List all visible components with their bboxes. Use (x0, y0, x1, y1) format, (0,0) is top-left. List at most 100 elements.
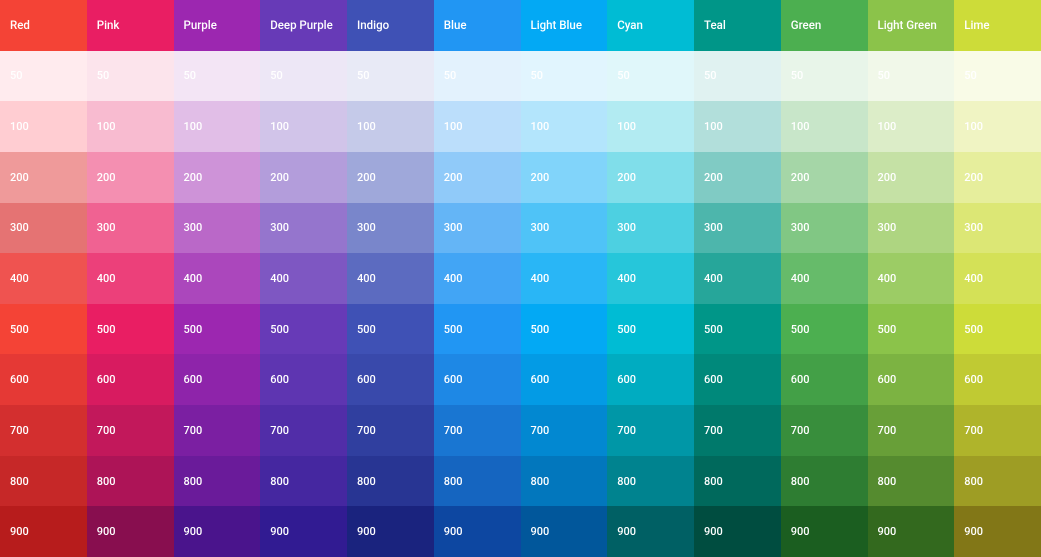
swatch-pink-100[interactable]: 100 (87, 101, 174, 152)
swatch-pink-900[interactable]: 900 (87, 506, 174, 557)
swatch-cyan-600[interactable]: 600 (607, 354, 694, 405)
swatch-lime-200[interactable]: 200 (954, 152, 1041, 203)
swatch-light-green-900[interactable]: 900 (868, 506, 955, 557)
swatch-purple-900[interactable]: 900 (174, 506, 261, 557)
swatch-cyan-400[interactable]: 400 (607, 253, 694, 304)
swatch-purple-400[interactable]: 400 (174, 253, 261, 304)
swatch-light-green-700[interactable]: 700 (868, 405, 955, 456)
swatch-deep-purple-100[interactable]: 100 (260, 101, 347, 152)
swatch-lime-500[interactable]: 500 (954, 304, 1041, 355)
swatch-cyan-200[interactable]: 200 (607, 152, 694, 203)
swatch-cyan-800[interactable]: 800 (607, 456, 694, 507)
swatch-green-400[interactable]: 400 (781, 253, 868, 304)
swatch-deep-purple-200[interactable]: 200 (260, 152, 347, 203)
swatch-light-green-100[interactable]: 100 (868, 101, 955, 152)
color-header-light-green[interactable]: Light Green (868, 0, 955, 51)
color-header-teal[interactable]: Teal (694, 0, 781, 51)
swatch-cyan-50[interactable]: 50 (607, 51, 694, 102)
swatch-teal-900[interactable]: 900 (694, 506, 781, 557)
swatch-lime-600[interactable]: 600 (954, 354, 1041, 405)
swatch-light-blue-500[interactable]: 500 (521, 304, 608, 355)
swatch-cyan-300[interactable]: 300 (607, 203, 694, 254)
swatch-lime-400[interactable]: 400 (954, 253, 1041, 304)
swatch-teal-100[interactable]: 100 (694, 101, 781, 152)
swatch-deep-purple-700[interactable]: 700 (260, 405, 347, 456)
swatch-light-green-200[interactable]: 200 (868, 152, 955, 203)
swatch-blue-50[interactable]: 50 (434, 51, 521, 102)
swatch-indigo-50[interactable]: 50 (347, 51, 434, 102)
swatch-pink-400[interactable]: 400 (87, 253, 174, 304)
swatch-cyan-500[interactable]: 500 (607, 304, 694, 355)
swatch-pink-50[interactable]: 50 (87, 51, 174, 102)
swatch-teal-200[interactable]: 200 (694, 152, 781, 203)
swatch-teal-50[interactable]: 50 (694, 51, 781, 102)
swatch-green-500[interactable]: 500 (781, 304, 868, 355)
swatch-blue-300[interactable]: 300 (434, 203, 521, 254)
swatch-light-blue-300[interactable]: 300 (521, 203, 608, 254)
swatch-lime-700[interactable]: 700 (954, 405, 1041, 456)
swatch-red-300[interactable]: 300 (0, 203, 87, 254)
swatch-red-600[interactable]: 600 (0, 354, 87, 405)
swatch-purple-800[interactable]: 800 (174, 456, 261, 507)
swatch-purple-100[interactable]: 100 (174, 101, 261, 152)
swatch-indigo-200[interactable]: 200 (347, 152, 434, 203)
swatch-indigo-800[interactable]: 800 (347, 456, 434, 507)
swatch-purple-700[interactable]: 700 (174, 405, 261, 456)
swatch-teal-400[interactable]: 400 (694, 253, 781, 304)
color-header-pink[interactable]: Pink (87, 0, 174, 51)
swatch-purple-300[interactable]: 300 (174, 203, 261, 254)
swatch-light-blue-400[interactable]: 400 (521, 253, 608, 304)
swatch-purple-500[interactable]: 500 (174, 304, 261, 355)
swatch-deep-purple-500[interactable]: 500 (260, 304, 347, 355)
color-header-light-blue[interactable]: Light Blue (521, 0, 608, 51)
swatch-indigo-400[interactable]: 400 (347, 253, 434, 304)
swatch-red-500[interactable]: 500 (0, 304, 87, 355)
swatch-indigo-600[interactable]: 600 (347, 354, 434, 405)
swatch-teal-600[interactable]: 600 (694, 354, 781, 405)
swatch-light-green-800[interactable]: 800 (868, 456, 955, 507)
swatch-lime-900[interactable]: 900 (954, 506, 1041, 557)
swatch-lime-100[interactable]: 100 (954, 101, 1041, 152)
swatch-light-blue-700[interactable]: 700 (521, 405, 608, 456)
swatch-light-blue-600[interactable]: 600 (521, 354, 608, 405)
swatch-blue-400[interactable]: 400 (434, 253, 521, 304)
swatch-pink-800[interactable]: 800 (87, 456, 174, 507)
swatch-cyan-100[interactable]: 100 (607, 101, 694, 152)
swatch-green-200[interactable]: 200 (781, 152, 868, 203)
swatch-blue-900[interactable]: 900 (434, 506, 521, 557)
swatch-lime-300[interactable]: 300 (954, 203, 1041, 254)
swatch-light-green-300[interactable]: 300 (868, 203, 955, 254)
swatch-green-100[interactable]: 100 (781, 101, 868, 152)
swatch-light-green-400[interactable]: 400 (868, 253, 955, 304)
swatch-red-200[interactable]: 200 (0, 152, 87, 203)
swatch-pink-500[interactable]: 500 (87, 304, 174, 355)
swatch-green-900[interactable]: 900 (781, 506, 868, 557)
swatch-purple-600[interactable]: 600 (174, 354, 261, 405)
swatch-light-blue-100[interactable]: 100 (521, 101, 608, 152)
swatch-deep-purple-50[interactable]: 50 (260, 51, 347, 102)
color-header-cyan[interactable]: Cyan (607, 0, 694, 51)
swatch-teal-800[interactable]: 800 (694, 456, 781, 507)
swatch-indigo-500[interactable]: 500 (347, 304, 434, 355)
swatch-cyan-900[interactable]: 900 (607, 506, 694, 557)
swatch-red-900[interactable]: 900 (0, 506, 87, 557)
swatch-indigo-700[interactable]: 700 (347, 405, 434, 456)
color-header-green[interactable]: Green (781, 0, 868, 51)
swatch-deep-purple-800[interactable]: 800 (260, 456, 347, 507)
swatch-teal-300[interactable]: 300 (694, 203, 781, 254)
swatch-blue-600[interactable]: 600 (434, 354, 521, 405)
swatch-teal-700[interactable]: 700 (694, 405, 781, 456)
swatch-blue-800[interactable]: 800 (434, 456, 521, 507)
swatch-light-green-500[interactable]: 500 (868, 304, 955, 355)
swatch-light-green-50[interactable]: 50 (868, 51, 955, 102)
swatch-red-800[interactable]: 800 (0, 456, 87, 507)
swatch-deep-purple-400[interactable]: 400 (260, 253, 347, 304)
swatch-green-50[interactable]: 50 (781, 51, 868, 102)
swatch-blue-100[interactable]: 100 (434, 101, 521, 152)
swatch-deep-purple-900[interactable]: 900 (260, 506, 347, 557)
swatch-indigo-900[interactable]: 900 (347, 506, 434, 557)
swatch-red-50[interactable]: 50 (0, 51, 87, 102)
swatch-light-blue-800[interactable]: 800 (521, 456, 608, 507)
swatch-pink-600[interactable]: 600 (87, 354, 174, 405)
swatch-pink-200[interactable]: 200 (87, 152, 174, 203)
